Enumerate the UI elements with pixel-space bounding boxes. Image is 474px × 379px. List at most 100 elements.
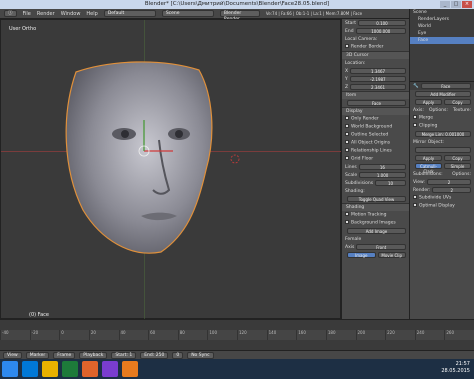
panel-shading[interactable]: Shading bbox=[342, 203, 409, 211]
view-levels-field[interactable]: 2 bbox=[426, 179, 471, 185]
end-label: End: bbox=[144, 353, 155, 358]
tick: 160 bbox=[296, 330, 326, 340]
outline-selected-checkbox[interactable] bbox=[345, 132, 349, 137]
timeline-playback-menu[interactable]: Playback bbox=[79, 352, 108, 359]
current-frame-field[interactable]: 0 bbox=[172, 352, 184, 359]
mirror-copy-button[interactable]: Copy bbox=[444, 99, 471, 105]
all-origins-checkbox[interactable] bbox=[345, 140, 349, 145]
motion-tracking-checkbox[interactable] bbox=[345, 212, 349, 217]
subdivisions-field[interactable]: 10 bbox=[375, 180, 406, 186]
outliner-item-face[interactable]: Face bbox=[410, 37, 474, 44]
render-levels-label: Render: bbox=[413, 187, 431, 193]
explorer-icon[interactable] bbox=[42, 361, 58, 377]
modifier-object-name: Face bbox=[420, 83, 471, 89]
toggle-quad-view-button[interactable]: Toggle Quad View bbox=[347, 196, 406, 202]
start-icon[interactable] bbox=[2, 361, 18, 377]
tick: 140 bbox=[266, 330, 297, 340]
only-render-checkbox[interactable] bbox=[345, 116, 349, 121]
outliner-item-renderlayers[interactable]: RenderLayers bbox=[410, 16, 474, 23]
options-header: Options: bbox=[428, 107, 448, 113]
catmull-clark-tab[interactable]: Catmull-Clark bbox=[415, 163, 442, 174]
timeline-marker-menu[interactable]: Marker bbox=[25, 352, 50, 359]
add-image-button[interactable]: Add Image bbox=[347, 228, 406, 234]
chrome-icon[interactable] bbox=[82, 361, 98, 377]
panel-3d-cursor[interactable]: 3D Cursor bbox=[342, 51, 409, 59]
modifier-properties: 🔧 Face Add Modifier Apply Copy Axis: Option… bbox=[409, 81, 474, 319]
end-value[interactable]: 250 bbox=[156, 353, 165, 358]
sync-select[interactable]: No Sync bbox=[187, 352, 214, 359]
clip-start-field[interactable]: 0.100 bbox=[358, 20, 406, 26]
timeline-ruler[interactable]: -40 -20 0 20 40 60 80 100 120 140 160 18… bbox=[0, 330, 474, 340]
axis-header: Axis: bbox=[413, 107, 424, 113]
start-value[interactable]: 1 bbox=[129, 353, 132, 358]
subsurf-copy-button[interactable]: Copy bbox=[444, 155, 471, 161]
subdivisions-label: Subdivisions bbox=[345, 180, 374, 186]
axis-label: Axis bbox=[345, 244, 355, 250]
3d-cursor-icon[interactable] bbox=[230, 154, 240, 164]
outliner-item-world[interactable]: World bbox=[410, 23, 474, 30]
excel-icon[interactable] bbox=[62, 361, 78, 377]
ie-icon[interactable] bbox=[22, 361, 38, 377]
cursor-y-field[interactable]: -2.1987 bbox=[349, 76, 406, 82]
item-name-field[interactable]: Face bbox=[347, 100, 406, 106]
timeline-view-menu[interactable]: View bbox=[3, 352, 22, 359]
layout-select[interactable]: Default bbox=[103, 10, 156, 17]
tick: 220 bbox=[385, 330, 415, 340]
maximize-button[interactable]: □ bbox=[451, 1, 461, 8]
tick: 100 bbox=[207, 330, 237, 340]
app-icon[interactable] bbox=[102, 361, 118, 377]
render-levels-field[interactable]: 2 bbox=[432, 187, 471, 193]
subsurf-options-header: Options: bbox=[452, 171, 471, 177]
merge-limit-field[interactable]: Merge Lim: 0.001000 bbox=[415, 131, 471, 137]
optimal-display-checkbox[interactable] bbox=[413, 203, 417, 208]
optimal-display-label: Optimal Display bbox=[419, 203, 455, 209]
merge-checkbox[interactable] bbox=[413, 115, 417, 120]
subsurf-apply-button[interactable]: Apply bbox=[415, 155, 442, 161]
outliner: Scene RenderLayers World Eye Face bbox=[409, 9, 474, 81]
render-border-checkbox[interactable] bbox=[345, 44, 349, 49]
axis-select[interactable]: Front bbox=[356, 244, 406, 250]
scene-select[interactable]: Scene bbox=[161, 10, 214, 17]
menu-render[interactable]: Render bbox=[37, 11, 55, 17]
bg-images-checkbox[interactable] bbox=[345, 220, 349, 225]
window-title: Blender* [C:\Users\Дмитрий\Documents\Ble… bbox=[144, 1, 330, 7]
face-mesh[interactable] bbox=[1, 20, 342, 320]
close-button[interactable]: × bbox=[462, 1, 472, 8]
cursor-z-field[interactable]: 2.3461 bbox=[350, 84, 406, 90]
object-label: (0) Face bbox=[29, 312, 49, 318]
relationship-lines-checkbox[interactable] bbox=[345, 148, 349, 153]
wrench-icon[interactable]: 🔧 bbox=[413, 84, 419, 89]
render-engine-select[interactable]: Blender Render bbox=[219, 10, 260, 22]
blender-icon[interactable] bbox=[122, 361, 138, 377]
menu-file[interactable]: File bbox=[23, 11, 31, 17]
female-label: Female bbox=[345, 236, 362, 242]
simple-tab[interactable]: Simple bbox=[444, 163, 471, 169]
editor-type-icon[interactable]: ⓘ bbox=[4, 10, 17, 17]
panel-display[interactable]: Display bbox=[342, 107, 409, 115]
image-tab[interactable]: Image bbox=[347, 252, 376, 258]
minimize-button[interactable]: _ bbox=[440, 1, 450, 8]
grid-floor-checkbox[interactable] bbox=[345, 156, 349, 161]
outliner-item-scene[interactable]: Scene bbox=[410, 9, 474, 16]
clock-time: 21:57 bbox=[455, 361, 470, 367]
menu-window[interactable]: Window bbox=[61, 11, 81, 17]
tick: 200 bbox=[355, 330, 386, 340]
timeline[interactable]: -40 -20 0 20 40 60 80 100 120 140 160 18… bbox=[0, 319, 474, 360]
subdivide-uvs-checkbox[interactable] bbox=[413, 195, 417, 200]
mirror-object-field[interactable] bbox=[415, 147, 471, 153]
clipping-checkbox[interactable] bbox=[413, 123, 417, 128]
cursor-x-field[interactable]: 1.3467 bbox=[350, 68, 406, 74]
system-clock[interactable]: 21:57 28.05.2015 bbox=[441, 361, 470, 375]
timeline-frame-menu[interactable]: Frame bbox=[53, 352, 76, 359]
world-bg-checkbox[interactable] bbox=[345, 124, 349, 129]
clip-end-field[interactable]: 1000.000 bbox=[355, 28, 406, 34]
mirror-apply-button[interactable]: Apply bbox=[415, 99, 442, 105]
outliner-item-eye[interactable]: Eye bbox=[410, 30, 474, 37]
movie-clip-tab[interactable]: Movie Clip bbox=[377, 252, 406, 258]
menu-help[interactable]: Help bbox=[86, 11, 97, 17]
3d-viewport[interactable]: User Ortho (0) Face bbox=[0, 19, 342, 320]
lines-field[interactable]: 16 bbox=[358, 164, 406, 170]
add-modifier-select[interactable]: Add Modifier bbox=[415, 91, 471, 97]
scale-field[interactable]: 1.000 bbox=[359, 172, 406, 178]
panel-item[interactable]: Item bbox=[342, 91, 409, 99]
